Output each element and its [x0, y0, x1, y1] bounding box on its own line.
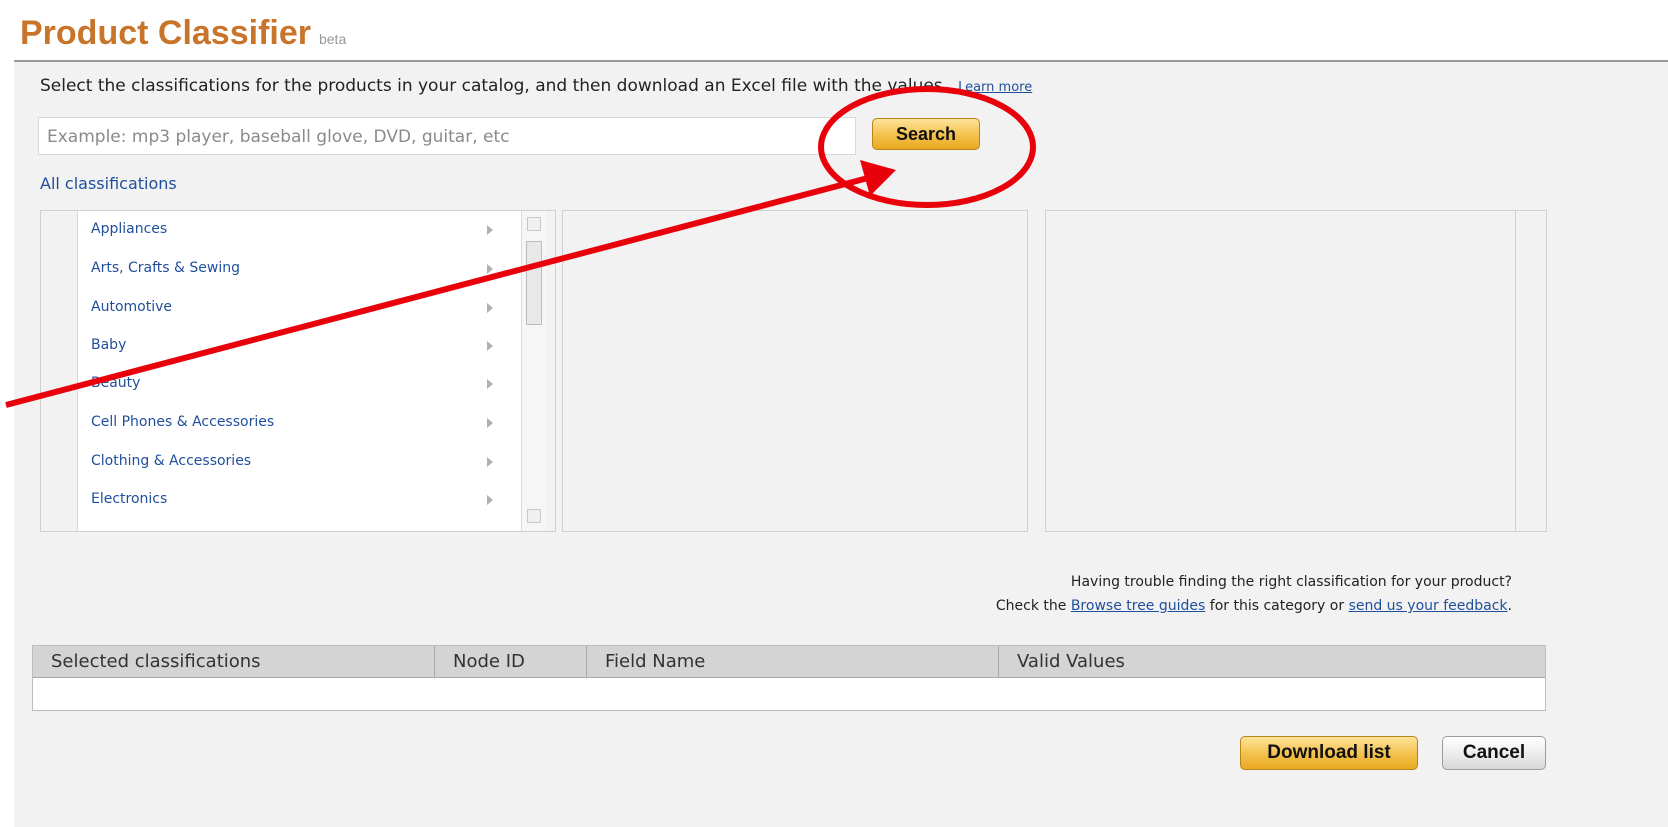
annotation-arrowhead-icon [860, 160, 896, 196]
annotation-arrow-line [5, 175, 869, 408]
annotation-overlay [5, 86, 1036, 408]
annotation-circle [818, 86, 1036, 208]
